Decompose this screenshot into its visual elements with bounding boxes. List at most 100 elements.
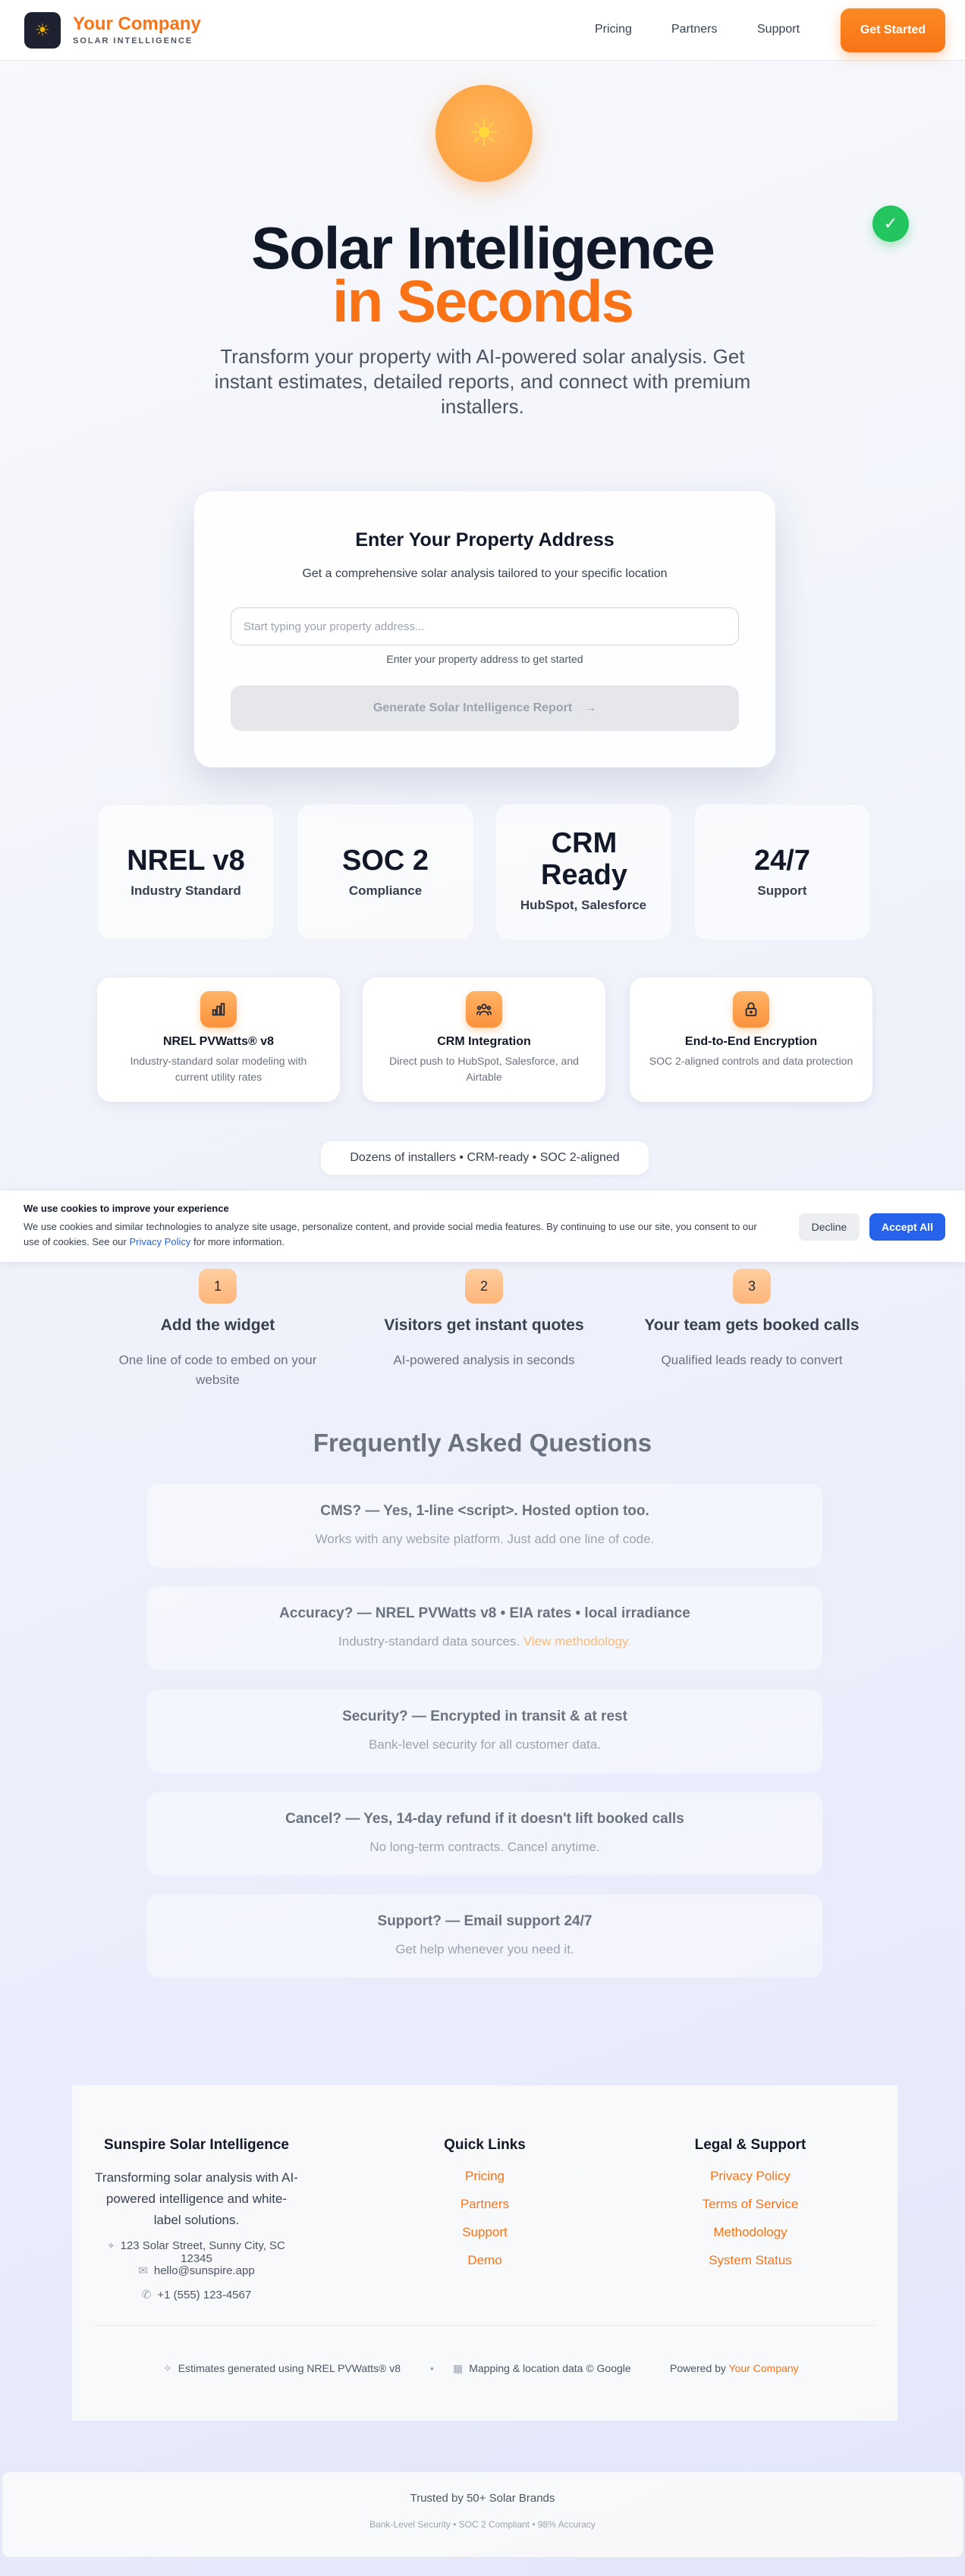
faq-answer-text: Industry-standard data sources. (338, 1634, 520, 1649)
stat-card: 24/7 Support (693, 804, 871, 940)
footer-description: Transforming solar analysis with AI-powe… (95, 2170, 298, 2227)
sun-logo-icon[interactable]: ☀ (24, 12, 61, 49)
footer-address-text: 123 Solar Street, Sunny City, SC 12345 (120, 2239, 285, 2265)
step-title: Add the widget (160, 1316, 275, 1334)
faq-question: Security? — Encrypted in transit & at re… (342, 1708, 627, 1724)
footer-privacy-link[interactable]: Privacy Policy (649, 2169, 852, 2184)
footer-email[interactable]: ✉ hello@sunspire.app (95, 2264, 298, 2277)
trusted-subtitle: Bank-Level Security • SOC 2 Compliant • … (369, 2519, 596, 2530)
stat-card: SOC 2 Compliance (297, 804, 474, 940)
step-title: Your team gets booked calls (644, 1316, 860, 1334)
nav-partners-link[interactable]: Partners (671, 23, 717, 36)
feature-desc: Direct push to HubSpot, Salesforce, and … (389, 1055, 579, 1083)
faq-answer: Get help whenever you need it. (395, 1942, 574, 1956)
privacy-policy-link[interactable]: Privacy Policy (129, 1236, 190, 1247)
step-desc: AI-powered analysis in seconds (393, 1353, 575, 1367)
sun-icon: ☀ (435, 85, 533, 182)
stat-value: CRM Ready (540, 827, 628, 891)
powered-by: Powered by Your Company (670, 2362, 799, 2374)
footer-terms-link[interactable]: Terms of Service (649, 2197, 852, 2212)
location-pin-icon: ⌖ (108, 2239, 115, 2252)
footer-divider (95, 2325, 875, 2326)
step-number: 1 (199, 1269, 237, 1304)
faq-answer: No long-term contracts. Cancel anytime. (369, 1840, 600, 1854)
lock-icon (733, 991, 769, 1028)
stat-label: Support (757, 883, 807, 898)
trusted-strip: Trusted by 50+ Solar Brands Bank-Level S… (2, 2471, 963, 2558)
footer-status-link[interactable]: System Status (649, 2253, 852, 2268)
faq-item[interactable]: Support? — Email support 24/7 Get help w… (147, 1894, 822, 1978)
feature-title: NREL PVWatts® v8 (162, 1035, 275, 1048)
step-desc: Qualified leads ready to convert (661, 1353, 843, 1367)
address-input[interactable] (231, 607, 739, 645)
generate-report-button[interactable]: Generate Solar Intelligence Report → (231, 686, 739, 731)
maps-attribution-text: Mapping & location data © Google (469, 2362, 631, 2374)
accept-cookies-button[interactable]: Accept All (869, 1213, 945, 1241)
footer-email-text[interactable]: hello@sunspire.app (154, 2264, 255, 2277)
stat-label: HubSpot, Salesforce (520, 898, 647, 912)
legal-title: Legal & Support (694, 2137, 806, 2153)
faq-answer: Industry-standard data sources. View met… (147, 1634, 822, 1649)
stat-label: Industry Standard (130, 883, 241, 898)
decline-cookies-button[interactable]: Decline (799, 1213, 860, 1241)
feature-card: CRM Integration Direct push to HubSpot, … (363, 977, 605, 1102)
address-card: Enter Your Property Address Get a compre… (194, 491, 775, 767)
get-started-button[interactable]: Get Started (841, 8, 945, 52)
arrow-right-icon: → (584, 701, 597, 714)
footer-address: ⌖ 123 Solar Street, Sunny City, SC 12345 (95, 2239, 298, 2265)
phone-icon: ✆ (141, 2289, 152, 2301)
address-card-title: Enter Your Property Address (355, 529, 615, 551)
quick-links-title: Quick Links (444, 2137, 526, 2153)
stat-value: 24/7 (754, 845, 810, 877)
footer-pricing-link[interactable]: Pricing (383, 2169, 586, 2184)
step-title: Visitors get instant quotes (384, 1316, 584, 1334)
step-number: 2 (465, 1269, 503, 1304)
footer-demo-link[interactable]: Demo (383, 2253, 586, 2268)
brand-name[interactable]: Your Company (73, 14, 201, 35)
footer-brand-title: Sunspire Solar Intelligence (104, 2137, 289, 2153)
faq-question: Accuracy? — NREL PVWatts v8 • EIA rates … (279, 1605, 690, 1621)
feature-desc: SOC 2-aligned controls and data protecti… (649, 1055, 853, 1067)
footer-methodology-link[interactable]: Methodology (649, 2225, 852, 2240)
hero-subtitle: Transform your property with AI-powered … (214, 345, 751, 418)
brand-tagline: SOLAR INTELLIGENCE (73, 36, 193, 45)
trust-pill: Dozens of installers • CRM-ready • SOC 2… (321, 1141, 649, 1175)
view-methodology-link[interactable]: View methodology. (523, 1634, 631, 1649)
map-icon: ▦ (453, 2362, 464, 2374)
faq-question: CMS? — Yes, 1-line <script>. Hosted opti… (320, 1503, 649, 1519)
address-helper-text: Enter your property address to get start… (386, 653, 583, 665)
faq-item[interactable]: Security? — Encrypted in transit & at re… (147, 1690, 822, 1773)
sparkle-icon: ✧ (163, 2362, 172, 2374)
faq-question: Support? — Email support 24/7 (377, 1913, 593, 1929)
trusted-title: Trusted by 50+ Solar Brands (410, 2492, 555, 2505)
footer-support-link[interactable]: Support (383, 2225, 586, 2240)
feature-card: NREL PVWatts® v8 Industry-standard solar… (97, 977, 340, 1102)
bar-chart-icon (200, 991, 237, 1028)
powered-by-brand-link[interactable]: Your Company (729, 2362, 799, 2374)
maps-attribution: ▦ Mapping & location data © Google (453, 2362, 631, 2375)
powered-by-text: Powered by (670, 2362, 726, 2374)
hero-title-accent: in Seconds (332, 268, 634, 334)
faq-item[interactable]: Cancel? — Yes, 14-day refund if it doesn… (147, 1792, 822, 1875)
stat-card: NREL v8 Industry Standard (97, 804, 275, 940)
feature-desc: Industry-standard solar modeling with cu… (130, 1055, 307, 1083)
faq-item[interactable]: CMS? — Yes, 1-line <script>. Hosted opti… (147, 1484, 822, 1567)
step-desc: One line of code to embed on your websit… (118, 1353, 317, 1387)
footer-separator: • (430, 2362, 434, 2374)
address-card-subtitle: Get a comprehensive solar analysis tailo… (302, 567, 668, 580)
nav-pricing-link[interactable]: Pricing (595, 23, 632, 36)
faq-question: Cancel? — Yes, 14-day refund if it doesn… (285, 1811, 684, 1827)
footer-partners-link[interactable]: Partners (383, 2197, 586, 2212)
footer-phone-text[interactable]: +1 (555) 123-4567 (157, 2289, 251, 2301)
faq-item[interactable]: Accuracy? — NREL PVWatts v8 • EIA rates … (147, 1586, 822, 1670)
cookie-text: We use cookies and similar technologies … (24, 1219, 775, 1250)
cookie-banner: We use cookies to improve your experienc… (0, 1191, 965, 1262)
faq-heading: Frequently Asked Questions (313, 1429, 652, 1457)
stat-card: CRM Ready HubSpot, Salesforce (495, 804, 672, 940)
site-footer: Sunspire Solar Intelligence Transforming… (72, 2085, 897, 2421)
stat-value: NREL v8 (127, 845, 245, 877)
nav-support-link[interactable]: Support (757, 23, 800, 36)
stat-value: SOC 2 (341, 845, 429, 877)
footer-phone[interactable]: ✆ +1 (555) 123-4567 (95, 2288, 298, 2301)
faq-answer: Bank-level security for all customer dat… (368, 1737, 602, 1752)
